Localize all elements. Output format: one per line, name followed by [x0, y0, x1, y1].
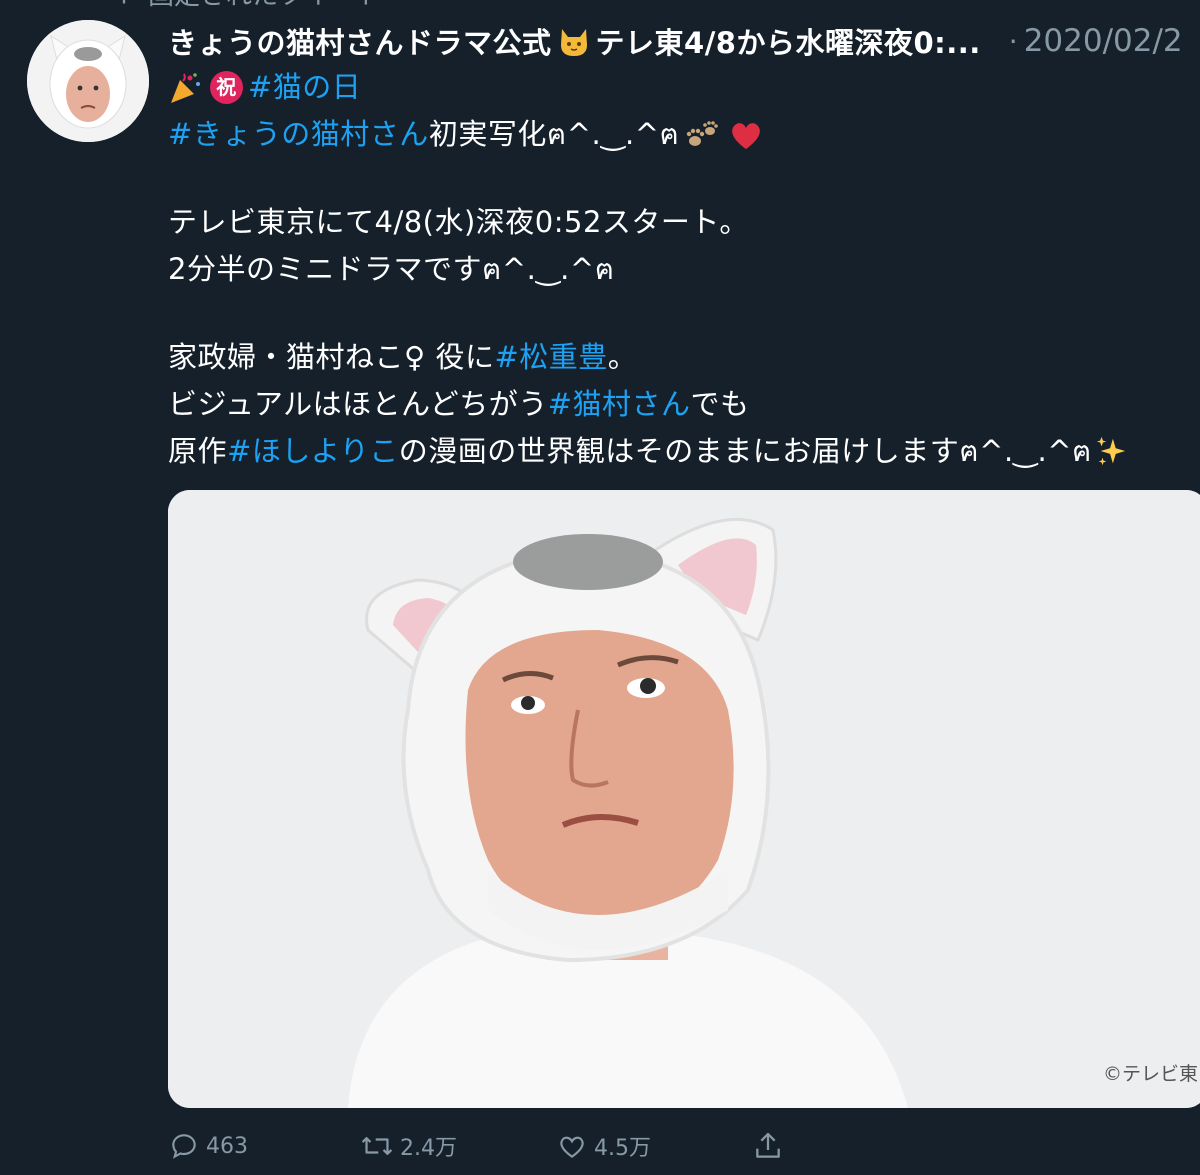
cat-face-emoji: [560, 29, 587, 56]
share-icon: [756, 1132, 780, 1158]
text-line-4: 2分半のミニドラマですฅ^.‿.^ฅ: [168, 252, 615, 286]
tweet-photo[interactable]: ©テレビ東: [168, 490, 1200, 1108]
hashtag-kyounonekomurasan[interactable]: #きょうの猫村さん: [168, 111, 429, 158]
red-heart-emoji: [732, 122, 761, 149]
like-icon: [560, 1136, 584, 1158]
photo-credit: ©テレビ東: [1102, 1063, 1198, 1085]
text-line-6-end: でも: [690, 387, 750, 421]
text-line-6: ビジュアルはほとんどちがう #猫村さん でも: [168, 381, 1193, 428]
tweet-frame: 固定されたツイート きょうの猫村さんドラマ公式 テレ東4/8から水曜深夜0:..…: [0, 0, 1200, 1175]
hashtag-nekonohi[interactable]: #猫の日: [248, 64, 361, 111]
paw-prints-emoji: [687, 120, 719, 146]
avatar[interactable]: [27, 20, 149, 142]
tweet-actions: 463 2.4万 4.5万: [168, 1122, 808, 1170]
hashtag-matsushigeyutaka[interactable]: #松重豊: [494, 334, 607, 381]
like-button[interactable]: 4.5万: [556, 1130, 651, 1162]
reply-button[interactable]: 463: [168, 1130, 248, 1162]
display-name[interactable]: きょうの猫村さんドラマ公式: [168, 20, 552, 62]
avatar-image: [27, 20, 149, 142]
pinned-label: 固定されたツイート: [148, 0, 382, 12]
photo-image: [168, 490, 1200, 1108]
celebration-badge: 祝: [210, 71, 243, 104]
hashtag-nekomurasan[interactable]: #猫村さん: [548, 381, 691, 428]
text-line-7: 原作 #ほしよりこ の漫画の世界観はそのままにお届けしますฅ^.‿.^ฅ: [168, 428, 1193, 475]
display-name-rest[interactable]: テレ東4/8から水曜深夜0:...: [596, 20, 981, 62]
reply-icon: [172, 1134, 196, 1159]
text-line-6-text: ビジュアルはほとんどちがう: [168, 387, 548, 421]
retweet-count: 2.4万: [400, 1136, 457, 1161]
text-line-5-end: 。: [607, 340, 638, 374]
pinned-indicator: 固定されたツイート: [110, 0, 382, 11]
pin-icon: [122, 0, 126, 4]
sparkles-emoji: [1096, 436, 1126, 465]
retweet-icon: [361, 1137, 393, 1155]
tweet-date[interactable]: 2020/02/2: [1024, 23, 1183, 59]
share-button[interactable]: [752, 1130, 784, 1162]
text-line-3: テレビ東京にて4/8(水)深夜0:52スタート。: [168, 205, 749, 239]
tweet-text: 祝 #猫の日 #きょうの猫村さん 初実写化ฅ^.‿.^ฅ テレビ東京にて4/8(…: [168, 64, 1193, 475]
text-line-7-end: の漫画の世界観はそのままにお届けしますฅ^.‿.^ฅ: [398, 434, 1092, 468]
text-line-5: 家政婦・猫村ねこ♀ 役に #松重豊 。: [168, 334, 1193, 381]
header-separator: ·: [1008, 24, 1018, 58]
confetti-emoji: [171, 72, 200, 103]
text-line-2: #きょうの猫村さん 初実写化ฅ^.‿.^ฅ: [168, 111, 1193, 158]
text-line-2-text: 初実写化ฅ^.‿.^ฅ: [428, 117, 680, 151]
text-line-5-text: 家政婦・猫村ねこ♀ 役に: [168, 340, 495, 374]
retweet-button[interactable]: 2.4万: [360, 1130, 457, 1162]
like-count: 4.5万: [594, 1136, 651, 1161]
text-line-1: 祝 #猫の日: [168, 64, 1193, 111]
tweet-header: きょうの猫村さんドラマ公式 テレ東4/8から水曜深夜0:... · 2020/0…: [168, 18, 1200, 64]
hashtag-hoshiyoriko[interactable]: #ほしよりこ: [227, 428, 399, 475]
reply-count: 463: [206, 1133, 248, 1159]
text-line-7-text: 原作: [168, 434, 228, 468]
